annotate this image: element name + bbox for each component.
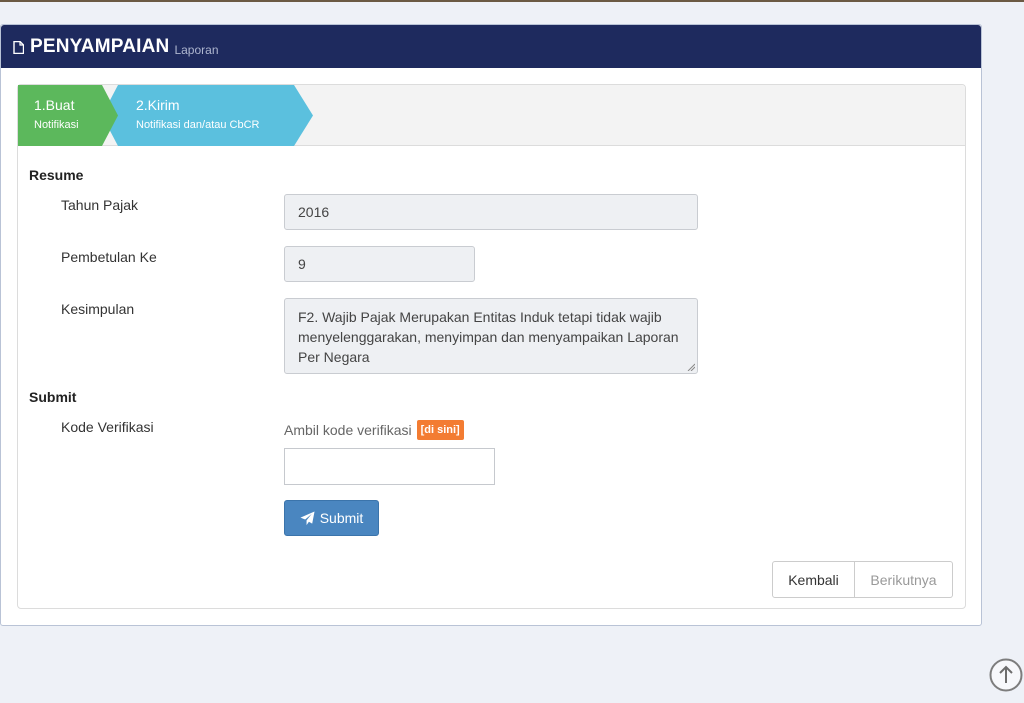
top-border [0,0,1024,2]
kesimpulan-label: Kesimpulan [61,301,135,317]
submit-heading: Submit [29,389,77,405]
kode-hint: Ambil kode verifikasi [di sini] [284,420,464,440]
tahun-pajak-value: 2016 [298,204,330,220]
get-code-link[interactable]: [di sini] [416,420,464,440]
pembetulan-label: Pembetulan Ke [61,249,157,265]
next-button[interactable]: Berikutnya [855,561,953,598]
step-2[interactable]: 2.Kirim Notifikasi dan/atau CbCR [136,96,260,133]
pembetulan-field: 9 [284,246,475,282]
document-icon [13,41,24,54]
step-2-number: 2.Kirim [136,97,180,113]
nav-button-group: Kembali Berikutnya [772,561,953,598]
kesimpulan-textarea: F2. Wajib Pajak Merupakan Entitas Induk … [284,298,698,374]
scroll-to-top-icon[interactable] [989,658,1023,692]
step-1-label: Notifikasi [34,119,79,131]
page-subtitle: Laporan [174,42,219,57]
main-panel: PENYAMPAIAN Laporan 1.Buat Notifikasi 2.… [0,24,982,626]
step-2-label: Notifikasi dan/atau CbCR [136,119,260,131]
submit-button[interactable]: Submit [284,500,379,536]
tahun-pajak-label: Tahun Pajak [61,197,139,213]
back-button[interactable]: Kembali [772,561,855,598]
wizard-steps: 1.Buat Notifikasi 2.Kirim Notifikasi dan… [18,85,965,146]
wizard-box: 1.Buat Notifikasi 2.Kirim Notifikasi dan… [17,84,966,609]
page-title: PENYAMPAIAN [30,35,170,57]
resize-grip-icon[interactable] [687,363,695,371]
kode-hint-text: Ambil kode verifikasi [284,422,412,438]
kode-verifikasi-input[interactable] [284,448,495,485]
paper-plane-icon [300,510,315,525]
step-1-number: 1.Buat [34,97,75,113]
kesimpulan-value: F2. Wajib Pajak Merupakan Entitas Induk … [298,309,679,365]
panel-header: PENYAMPAIAN Laporan [1,25,981,68]
tahun-pajak-field: 2016 [284,194,698,230]
pembetulan-value: 9 [298,256,306,272]
submit-button-label: Submit [319,510,364,526]
kode-verifikasi-label: Kode Verifikasi [61,419,154,435]
resume-heading: Resume [29,167,84,183]
step-1[interactable]: 1.Buat Notifikasi [34,96,79,133]
